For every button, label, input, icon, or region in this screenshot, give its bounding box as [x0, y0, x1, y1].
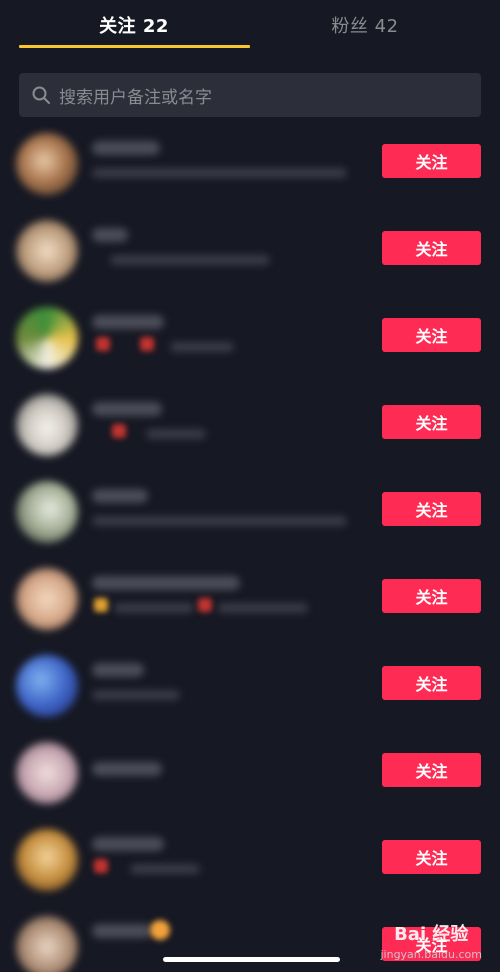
username-blurred — [92, 663, 144, 677]
bio-blurred — [110, 255, 270, 265]
avatar[interactable] — [16, 742, 78, 804]
follow-button[interactable]: 关注 — [382, 753, 481, 787]
emoji-blurred — [112, 424, 126, 438]
username-blurred — [92, 837, 164, 851]
user-list: 关注 关注 关注 关注 关注 关注 关注 关注 关注 关注 — [0, 121, 500, 972]
follow-button[interactable]: 关注 — [382, 492, 481, 526]
bio-blurred — [218, 603, 308, 613]
bio-blurred — [146, 429, 206, 439]
username-blurred — [92, 315, 164, 329]
baidu-jingyan-watermark: Bai 经验 jingyan.baidu.com — [380, 920, 482, 961]
list-item[interactable]: 关注 — [0, 469, 500, 556]
bio-blurred — [130, 864, 200, 874]
follow-button[interactable]: 关注 — [382, 405, 481, 439]
avatar[interactable] — [16, 655, 78, 717]
avatar[interactable] — [16, 394, 78, 456]
list-item[interactable]: 关注 — [0, 643, 500, 730]
list-item[interactable]: 关注 — [0, 382, 500, 469]
badge-blurred — [150, 920, 170, 940]
emoji-blurred — [140, 337, 154, 351]
avatar[interactable] — [16, 133, 78, 195]
avatar[interactable] — [16, 307, 78, 369]
username-blurred — [92, 762, 162, 776]
list-item[interactable]: 关注 — [0, 121, 500, 208]
search-icon — [32, 86, 50, 104]
follow-button[interactable]: 关注 — [382, 579, 481, 613]
avatar[interactable] — [16, 220, 78, 282]
username-blurred — [92, 576, 240, 590]
follow-button[interactable]: 关注 — [382, 666, 481, 700]
bio-blurred — [114, 603, 194, 613]
bio-blurred — [92, 516, 347, 526]
follow-button[interactable]: 关注 — [382, 318, 481, 352]
list-item[interactable]: 关注 — [0, 208, 500, 295]
follow-button[interactable]: 关注 — [382, 144, 481, 178]
list-item[interactable]: 关注 — [0, 817, 500, 904]
bio-blurred — [170, 342, 234, 352]
list-item[interactable]: 关注 — [0, 295, 500, 382]
emoji-blurred — [96, 337, 110, 351]
avatar[interactable] — [16, 916, 78, 972]
username-blurred — [92, 924, 152, 938]
username-blurred — [92, 402, 162, 416]
username-blurred — [92, 489, 148, 503]
avatar[interactable] — [16, 829, 78, 891]
follow-button[interactable]: 关注 — [382, 840, 481, 874]
emoji-blurred — [94, 859, 108, 873]
following-list-screen: 关注 22 粉丝 42 搜索用户备注或名字 关注 关注 关注 关注 关注 关注 … — [0, 0, 500, 972]
emoji-blurred — [94, 598, 108, 612]
tab-fans[interactable]: 粉丝 42 — [250, 0, 480, 50]
search-placeholder: 搜索用户备注或名字 — [59, 87, 212, 108]
list-item[interactable]: 关注 — [0, 556, 500, 643]
avatar[interactable] — [16, 568, 78, 630]
watermark-url: jingyan.baidu.com — [380, 948, 482, 961]
tab-bar: 关注 22 粉丝 42 — [0, 0, 500, 50]
bio-blurred — [92, 690, 180, 700]
active-tab-indicator — [19, 45, 250, 48]
search-input[interactable]: 搜索用户备注或名字 — [19, 73, 481, 117]
tab-following[interactable]: 关注 22 — [19, 0, 249, 50]
home-indicator[interactable] — [163, 957, 340, 962]
username-blurred — [92, 141, 160, 155]
follow-button[interactable]: 关注 — [382, 231, 481, 265]
emoji-blurred — [198, 598, 212, 612]
avatar[interactable] — [16, 481, 78, 543]
list-item[interactable]: 关注 — [0, 730, 500, 817]
watermark-logo: Bai 经验 — [394, 924, 469, 945]
username-blurred — [92, 228, 128, 242]
bio-blurred — [92, 168, 347, 178]
